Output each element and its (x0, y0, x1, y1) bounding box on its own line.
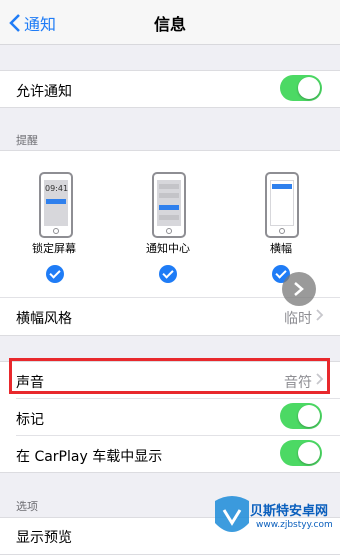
chevron-right-icon (316, 309, 324, 321)
lock-screen-label: 锁定屏幕 (32, 242, 76, 255)
badge-row: 标记 (0, 399, 340, 435)
banner-style-value: 临时 (284, 311, 312, 327)
carplay-row: 在 CarPlay 车载中显示 (0, 436, 340, 472)
watermark-url: www.zjbstyy.com (256, 520, 333, 530)
carplay-label: 在 CarPlay 车载中显示 (16, 449, 163, 465)
carplay-toggle[interactable] (280, 440, 322, 466)
navigation-bar: 通知 信息 (0, 0, 340, 45)
badge-toggle[interactable] (280, 403, 322, 429)
watermark-name: 贝斯特安卓网 (250, 504, 329, 519)
preview-time: 09:41 (45, 184, 69, 193)
assistive-touch-button[interactable] (282, 272, 316, 306)
notification-center-preview[interactable] (152, 172, 186, 238)
allow-group: 允许通知 (0, 70, 340, 108)
highlight-box (9, 358, 330, 394)
lock-screen-preview[interactable]: 09:41 (39, 172, 73, 238)
badge-label: 标记 (16, 412, 44, 428)
chevron-right-icon (294, 282, 304, 296)
banner-label: 横幅 (270, 242, 292, 255)
section-header-options: 选项 (16, 500, 38, 513)
show-preview-label: 显示预览 (16, 530, 72, 546)
allow-notifications-label: 允许通知 (16, 84, 72, 100)
allow-notifications-toggle[interactable] (280, 75, 322, 101)
allow-notifications-row: 允许通知 (0, 71, 340, 107)
section-header-alerts: 提醒 (16, 134, 38, 147)
alerts-group: 09:41 锁定屏幕 通知中心 横幅 横幅风格 临时 (0, 150, 340, 336)
banner-style-label: 横幅风格 (16, 311, 72, 327)
notification-center-label: 通知中心 (146, 242, 190, 255)
page-title: 信息 (153, 15, 186, 34)
notification-center-checkmark-icon[interactable] (159, 265, 177, 283)
lock-screen-checkmark-icon[interactable] (46, 265, 64, 283)
banner-preview[interactable] (265, 172, 299, 238)
